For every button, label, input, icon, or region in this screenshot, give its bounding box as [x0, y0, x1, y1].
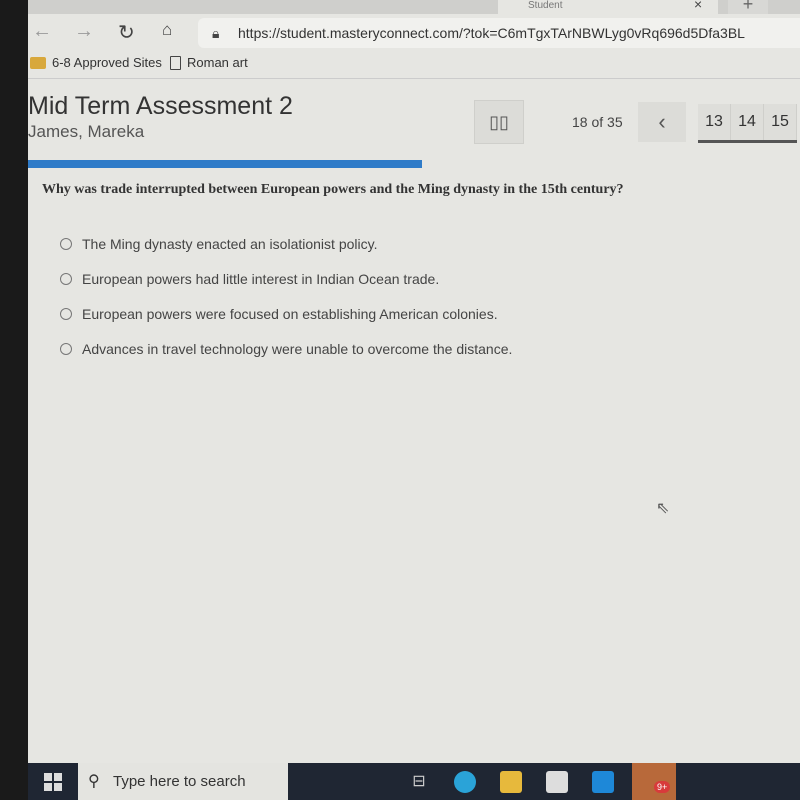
bookmark-label: Roman art	[187, 55, 248, 70]
question-nav: 13 14 15	[698, 104, 797, 143]
mail-icon[interactable]	[592, 771, 614, 793]
back-icon[interactable]: ←	[32, 20, 52, 43]
radio-button[interactable]	[60, 272, 72, 285]
question-number[interactable]: 13	[698, 104, 731, 140]
tab-title: Student	[528, 0, 563, 11]
url-text: https://student.masteryconnect.com/?tok=…	[238, 25, 745, 41]
tab-strip: Student × +	[28, 0, 800, 14]
windows-start-icon[interactable]	[44, 773, 62, 791]
answer-option[interactable]: The Ming dynasty enacted an isolationist…	[60, 226, 760, 261]
assessment-title: Mid Term Assessment 2	[28, 92, 293, 120]
teams-icon[interactable]: 9+	[632, 763, 676, 800]
question-number[interactable]: 15	[764, 104, 797, 140]
option-label: European powers had little interest in I…	[82, 270, 440, 287]
previous-button[interactable]: ‹	[638, 102, 686, 142]
option-label: European powers were focused on establis…	[82, 305, 498, 322]
notification-badge: 9+	[654, 781, 671, 793]
folder-icon	[30, 56, 46, 69]
bookmark-label: 6-8 Approved Sites	[52, 55, 162, 70]
option-label: Advances in travel technology were unabl…	[82, 340, 513, 357]
progress-bar	[28, 160, 422, 168]
answer-options: The Ming dynasty enacted an isolationist…	[60, 226, 760, 366]
screen: Student × + ← → ↻ ⌂ 🔒︎ https://student.ma…	[28, 0, 800, 765]
pause-button[interactable]: ▯▯	[474, 100, 524, 144]
edge-icon[interactable]	[454, 771, 476, 793]
forward-icon[interactable]: →	[74, 20, 94, 43]
browser-tab[interactable]: Student ×	[498, 0, 718, 14]
option-label: The Ming dynasty enacted an isolationist…	[82, 235, 378, 252]
answer-option[interactable]: European powers had little interest in I…	[60, 261, 760, 296]
bookmark-roman-art[interactable]: Roman art	[170, 55, 248, 70]
bookmarks-bar: 6-8 Approved Sites Roman art	[28, 50, 800, 79]
address-bar[interactable]: 🔒︎ https://student.masteryconnect.com/?t…	[198, 18, 800, 48]
browser-toolbar: ← → ↻ ⌂ 🔒︎ https://student.masteryconnec…	[28, 14, 800, 50]
lock-icon: 🔒︎	[212, 25, 220, 41]
answer-option[interactable]: Advances in travel technology were unabl…	[60, 331, 760, 366]
taskbar: ⚲ Type here to search ⊟ 9+	[28, 763, 800, 800]
radio-button[interactable]	[60, 237, 72, 250]
search-icon: ⚲	[88, 773, 100, 790]
store-icon[interactable]	[546, 771, 568, 793]
answer-option[interactable]: European powers were focused on establis…	[60, 296, 760, 331]
close-icon[interactable]: ×	[694, 0, 702, 12]
question-number[interactable]: 14	[731, 104, 764, 140]
radio-button[interactable]	[60, 307, 72, 320]
question-counter: 18 of 35	[572, 114, 623, 130]
student-name: James, Mareka	[28, 122, 145, 141]
refresh-icon[interactable]: ↻	[118, 20, 135, 45]
question-text: Why was trade interrupted between Europe…	[42, 182, 624, 197]
home-icon[interactable]: ⌂	[162, 20, 172, 40]
radio-button[interactable]	[60, 342, 72, 355]
pause-icon: ▯▯	[489, 112, 509, 132]
mouse-cursor-icon: ⇖	[656, 500, 670, 517]
bookmark-approved-sites[interactable]: 6-8 Approved Sites	[30, 55, 162, 70]
search-placeholder: Type here to search	[113, 773, 246, 790]
file-explorer-icon[interactable]	[500, 771, 522, 793]
task-view-icon[interactable]: ⊟	[408, 771, 430, 793]
new-tab-button[interactable]: +	[728, 0, 768, 14]
page-icon	[170, 55, 181, 70]
taskbar-search[interactable]: ⚲ Type here to search	[78, 763, 288, 800]
chevron-left-icon: ‹	[658, 109, 666, 134]
